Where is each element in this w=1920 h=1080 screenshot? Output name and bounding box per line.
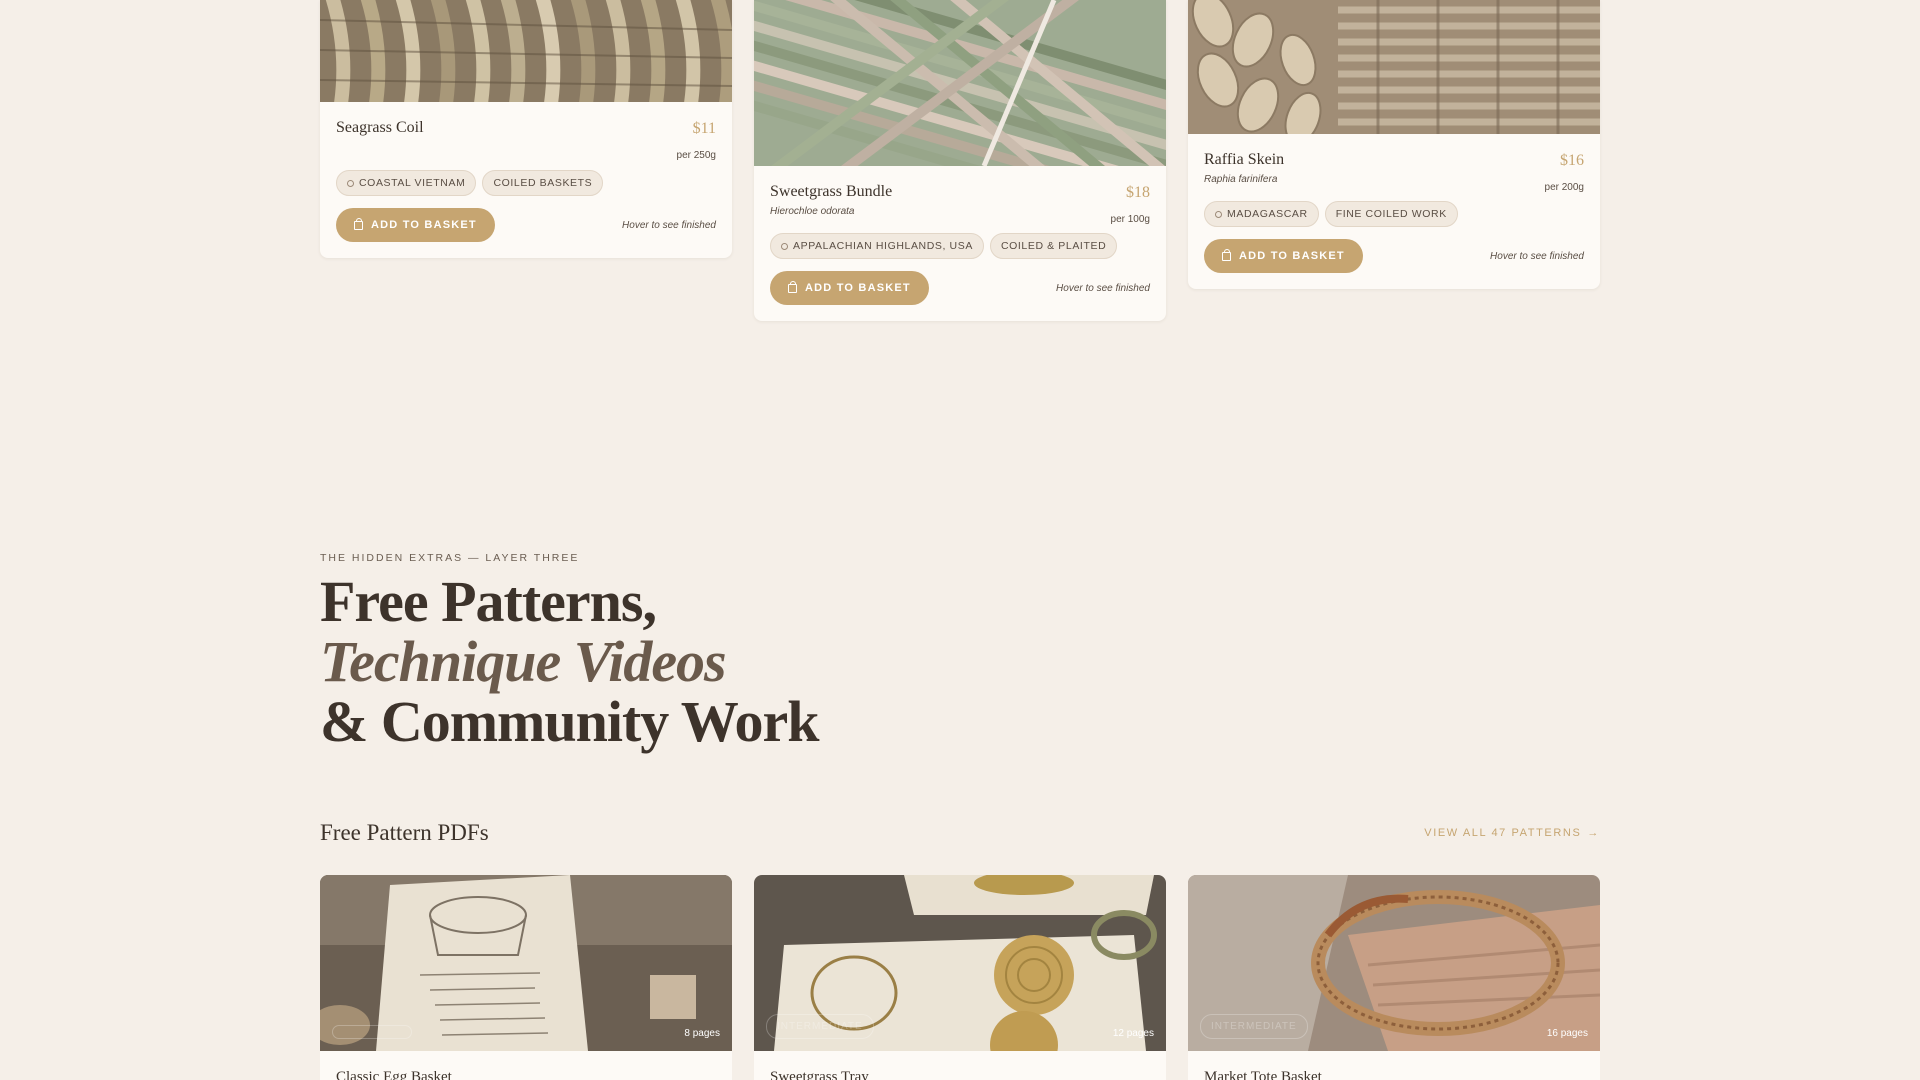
product-name: Seagrass Coil	[336, 119, 424, 136]
hover-hint: Hover to see finished	[622, 219, 716, 231]
location-pin-icon	[347, 179, 354, 187]
product-card-raffia[interactable]: Raffia Skein Raphia farinifera $16 per 2…	[1188, 0, 1600, 289]
tag-origin[interactable]: APPALACHIAN HIGHLANDS, USA	[770, 233, 984, 259]
product-image-sweetgrass	[754, 0, 1166, 166]
product-latin-name: Hierochloe odorata	[770, 206, 855, 217]
product-card-sweetgrass[interactable]: Sweetgrass Bundle Hierochloe odorata $18…	[754, 0, 1166, 321]
shopping-bag-icon	[354, 217, 363, 230]
product-name: Raffia Skein	[1204, 151, 1285, 168]
add-to-basket-button[interactable]: ADD TO BASKET	[1204, 239, 1363, 273]
pattern-card-sweetgrass-tray[interactable]: INTERMEDIATE 12 pages Sweetgrass Tray	[754, 875, 1166, 1080]
tag-technique[interactable]: COILED & PLAITED	[989, 233, 1118, 259]
section-eyebrow: THE HIDDEN EXTRAS — LAYER THREE	[320, 552, 580, 564]
shopping-bag-icon	[788, 280, 797, 293]
headline-line-1: Free Patterns,	[320, 569, 657, 634]
add-to-basket-button[interactable]: ADD TO BASKET	[336, 208, 495, 242]
location-pin-icon	[1215, 210, 1222, 218]
headline-line-2: Technique Videos	[320, 629, 727, 694]
page-count: 16 pages	[1546, 1028, 1588, 1039]
hover-hint: Hover to see finished	[1490, 250, 1584, 262]
pattern-image: INTERMEDIATE 12 pages	[754, 875, 1166, 1051]
product-price: $16	[1560, 152, 1584, 169]
headline-line-3: & Community Work	[320, 689, 820, 754]
tag-technique[interactable]: FINE COILED WORK	[1324, 201, 1458, 227]
pattern-title: Classic Egg Basket	[336, 1069, 452, 1080]
page-count: 12 pages	[1112, 1028, 1154, 1039]
product-image-raffia	[1188, 0, 1600, 134]
patterns-heading: Free Pattern PDFs	[320, 820, 489, 845]
difficulty-badge	[332, 1025, 412, 1039]
pattern-image: 8 pages	[320, 875, 732, 1051]
pattern-image: INTERMEDIATE 16 pages	[1188, 875, 1600, 1051]
section-headline: Free Patterns, Technique Videos & Commun…	[320, 569, 820, 754]
pattern-title: Market Tote Basket	[1204, 1069, 1322, 1080]
pattern-card-egg-basket[interactable]: 8 pages Classic Egg Basket	[320, 875, 732, 1080]
tag-technique[interactable]: COILED BASKETS	[482, 170, 604, 196]
product-image-seagrass	[320, 0, 732, 102]
hover-hint: Hover to see finished	[1056, 282, 1150, 294]
product-card-seagrass[interactable]: Seagrass Coil $11 per 250g COASTAL VIETN…	[320, 0, 732, 258]
product-unit: per 200g	[1544, 182, 1584, 193]
product-price: $18	[1126, 184, 1150, 201]
tag-origin[interactable]: MADAGASCAR	[1204, 201, 1319, 227]
location-pin-icon	[781, 242, 788, 250]
difficulty-badge: INTERMEDIATE	[766, 1014, 874, 1039]
product-name: Sweetgrass Bundle	[770, 183, 893, 200]
add-to-basket-button[interactable]: ADD TO BASKET	[770, 271, 929, 305]
product-price: $11	[692, 120, 716, 137]
pattern-title: Sweetgrass Tray	[770, 1069, 869, 1080]
view-all-patterns-link[interactable]: VIEW ALL 47 PATTERNS →	[1424, 827, 1600, 839]
product-latin-name: Raphia farinifera	[1204, 174, 1278, 185]
pattern-card-market-tote[interactable]: INTERMEDIATE 16 pages Market Tote Basket	[1188, 875, 1600, 1080]
page-count: 8 pages	[684, 1028, 720, 1039]
product-unit: per 100g	[1110, 214, 1150, 225]
tag-origin[interactable]: COASTAL VIETNAM	[336, 170, 477, 196]
shopping-bag-icon	[1222, 248, 1231, 261]
product-unit: per 250g	[676, 150, 716, 161]
difficulty-badge: INTERMEDIATE	[1200, 1014, 1308, 1039]
arrow-right-icon: →	[1587, 827, 1600, 839]
